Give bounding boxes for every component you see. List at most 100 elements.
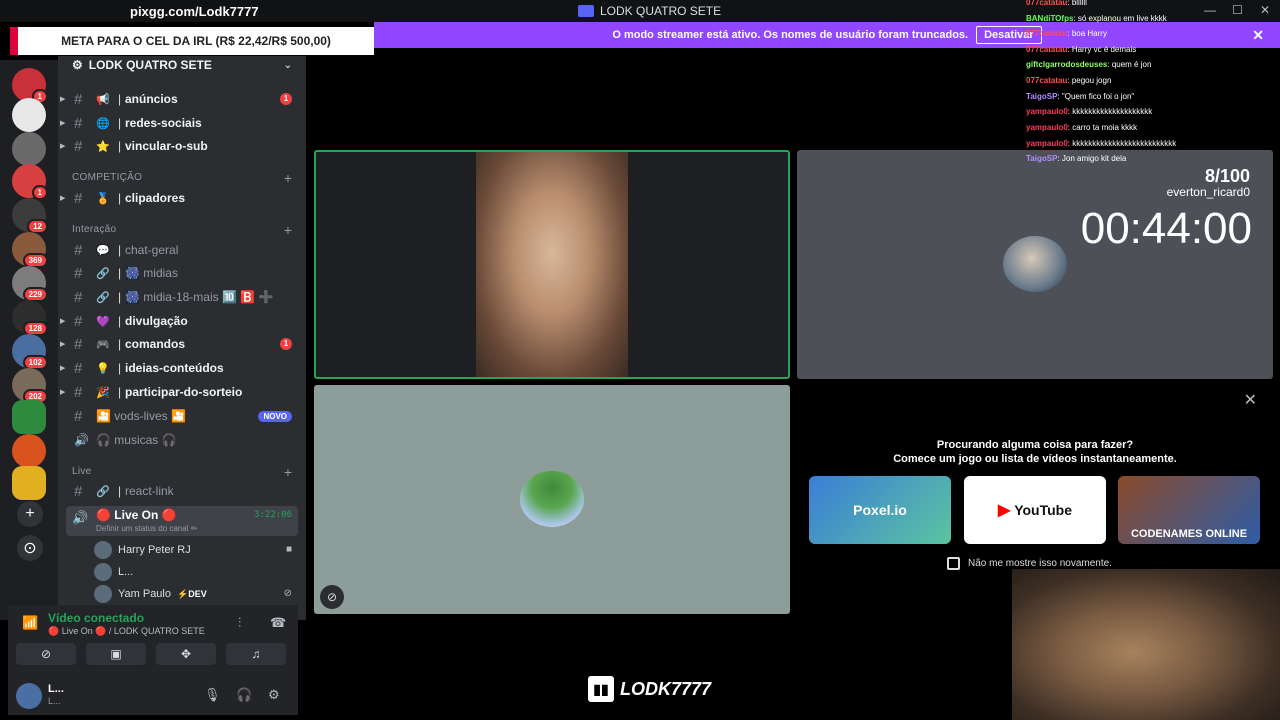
noise-icon[interactable]: ⫶ (238, 615, 241, 631)
chat-text: bllllll (1071, 0, 1087, 7)
chat-message: yampaulo0: carro ta moia kkkk (1026, 123, 1138, 132)
hash-icon: # (74, 482, 83, 500)
channel-name: divulgação (125, 314, 188, 328)
channel-item[interactable]: # 🔗 | react-link (58, 481, 306, 501)
disconnect-icon[interactable]: ☎ (270, 615, 286, 631)
chat-message: 077catatau: boa Harry (1026, 29, 1107, 38)
microphone-icon[interactable]: 🎙 (204, 687, 221, 703)
channel-sidebar: ⚙ LODK QUATRO SETE ⌄ ▶ # 📢 | anúncios 1 ▶ # 🌐 | r… (58, 56, 306, 620)
voice-member[interactable]: Yam Paulo ⚡DEV (94, 584, 207, 604)
channel-item[interactable]: # 🔗 | 🎆 midia-18-mais 🔟 🅱️ ➕ (58, 287, 306, 307)
hash-icon: # (74, 114, 83, 132)
chat-text: boa Harry (1071, 29, 1107, 38)
close-window-button[interactable]: ✕ (1260, 3, 1270, 17)
close-icon[interactable]: ✕ (1244, 390, 1257, 410)
stream-canvas: pixgg.com/Lodk7777 LODK QUATRO SETE — ☐ … (0, 0, 1280, 720)
counter-user: everton_ricard0 (1166, 185, 1250, 199)
server-icon-12[interactable] (12, 434, 46, 468)
unread-arrow-icon: ▶ (60, 341, 66, 348)
camera-toggle-button[interactable]: ⊘ (16, 643, 76, 665)
member-name: Harry Peter RJ (118, 544, 191, 556)
voice-channel-item[interactable]: 🔊 🎧 musicas 🎧 (58, 430, 306, 450)
hash-icon: # (74, 189, 83, 207)
chat-message: giftclgarrodosdeuses: quem é jon (1026, 60, 1152, 69)
codenames-card[interactable]: CODENAMES ONLINE (1118, 476, 1260, 544)
channel-item[interactable]: ▶ # 🏅 | clipadores (58, 188, 306, 208)
maximize-button[interactable]: ☐ (1232, 3, 1243, 17)
channel-name: react-link (125, 484, 174, 498)
headphones-icon[interactable]: 🎧 (236, 687, 252, 703)
chat-text: Harry vc é demais (1071, 45, 1137, 54)
gear-icon[interactable]: ⚙ (268, 687, 280, 703)
server-icon-5[interactable]: 12 (12, 198, 48, 234)
channel-emoji: 🎮 (96, 338, 110, 351)
category-live[interactable]: Live (72, 466, 92, 477)
screen-share-button[interactable]: ▣ (86, 643, 146, 665)
add-server-button[interactable]: + (17, 501, 43, 527)
channel-item[interactable]: ▶ # 💡 | ideias-conteúdos (58, 358, 306, 378)
avatar[interactable] (16, 683, 42, 709)
minimize-button[interactable]: — (1204, 3, 1216, 17)
server-icon-3[interactable] (12, 132, 46, 166)
channel-item[interactable]: # 🔗 | 🎆 midias (58, 263, 306, 283)
poxel-card[interactable]: Poxel.io (809, 476, 951, 544)
camera-icon: ■ (285, 544, 292, 555)
channel-name: ideias-conteúdos (125, 361, 224, 375)
checkbox[interactable] (947, 557, 960, 570)
discover-icon[interactable]: ⊙ (17, 535, 43, 561)
window-title: LODK QUATRO SETE (578, 4, 721, 18)
soundboard-button[interactable]: ♫ (226, 643, 286, 665)
unread-arrow-icon: ▶ (60, 96, 66, 103)
soundboard-icon: ♫ (251, 647, 261, 661)
server-header[interactable]: ⚙ LODK QUATRO SETE ⌄ (58, 56, 306, 74)
channel-item[interactable]: ▶ # ⭐ | vincular-o-sub (58, 136, 306, 156)
server-icon-10[interactable]: 202 (12, 368, 48, 404)
server-icon-4[interactable]: 1 (12, 164, 48, 200)
muted-mic-icon: ⊘ (283, 588, 292, 599)
server-icon-9[interactable]: 102 (12, 334, 48, 370)
category-interacao[interactable]: Interação (72, 224, 116, 235)
server-icon-8[interactable]: 128 (12, 300, 48, 336)
channel-item[interactable]: ▶ # 🎉 | participar-do-sorteio (58, 382, 306, 402)
server-icon-2[interactable] (12, 98, 46, 132)
video-tile-avatar[interactable]: ⊘ (314, 385, 790, 614)
chat-user: yampaulo0 (1026, 107, 1068, 116)
voice-timer: 3:22:06 (254, 510, 292, 520)
active-voice-channel[interactable]: 🔊 🔴 Live On 🔴 Definir um status do canal… (66, 506, 298, 536)
voice-member[interactable]: L... (94, 562, 133, 582)
chevron-down-icon: ⌄ (283, 59, 292, 71)
server-icon-13[interactable] (12, 466, 46, 500)
chat-text: quem é jon (1111, 60, 1152, 69)
youtube-card[interactable]: ▶ YouTube (964, 476, 1106, 544)
voice-channel-status[interactable]: Definir um status do canal ✏ (96, 524, 197, 533)
hash-icon: # (74, 312, 83, 330)
channel-item[interactable]: ▶ # 📢 | anúncios 1 (58, 89, 306, 109)
server-icon-6[interactable]: 369 (12, 232, 48, 268)
category-competicao[interactable]: COMPETIÇÃO (72, 172, 142, 183)
channel-name: chat-geral (125, 243, 179, 257)
unread-arrow-icon: ▶ (60, 389, 66, 396)
activities-button[interactable]: ✥ (156, 643, 216, 665)
activities-icon: ✥ (180, 647, 192, 661)
voice-channel-name: 🔴 Live On 🔴 (96, 508, 177, 522)
chat-user: BANdiTOfps (1026, 14, 1074, 23)
channel-item[interactable]: ▶ # 💜 | divulgação (58, 311, 306, 331)
add-channel-icon[interactable]: + (284, 464, 292, 480)
avatar (1003, 236, 1067, 292)
channel-item[interactable]: ▶ # 🌐 | redes-sociais (58, 113, 306, 133)
server-icon-11[interactable] (12, 400, 46, 434)
server-icon-7[interactable]: 229 (12, 266, 48, 302)
channel-item[interactable]: # 💬 | chat-geral (58, 240, 306, 260)
channel-emoji: 💡 (96, 362, 110, 375)
add-channel-icon[interactable]: + (284, 170, 292, 186)
close-banner-icon[interactable]: ✕ (1252, 27, 1264, 44)
video-tile-speaking[interactable] (314, 150, 790, 379)
add-channel-icon[interactable]: + (284, 222, 292, 238)
channel-item[interactable]: # 🎦 vods-lives 🎦 NOVO (58, 406, 306, 426)
channel-item[interactable]: ▶ # 🎮 | comandos 1 (58, 334, 306, 354)
channel-name: 🎦 vods-lives 🎦 (96, 409, 186, 423)
chat-message: TaigoSP: Jon amigo kit dela (1026, 154, 1127, 163)
streamer-facecam (1012, 569, 1280, 720)
server-icon-1[interactable]: 1 (12, 68, 48, 104)
voice-member[interactable]: Harry Peter RJ (94, 540, 191, 560)
